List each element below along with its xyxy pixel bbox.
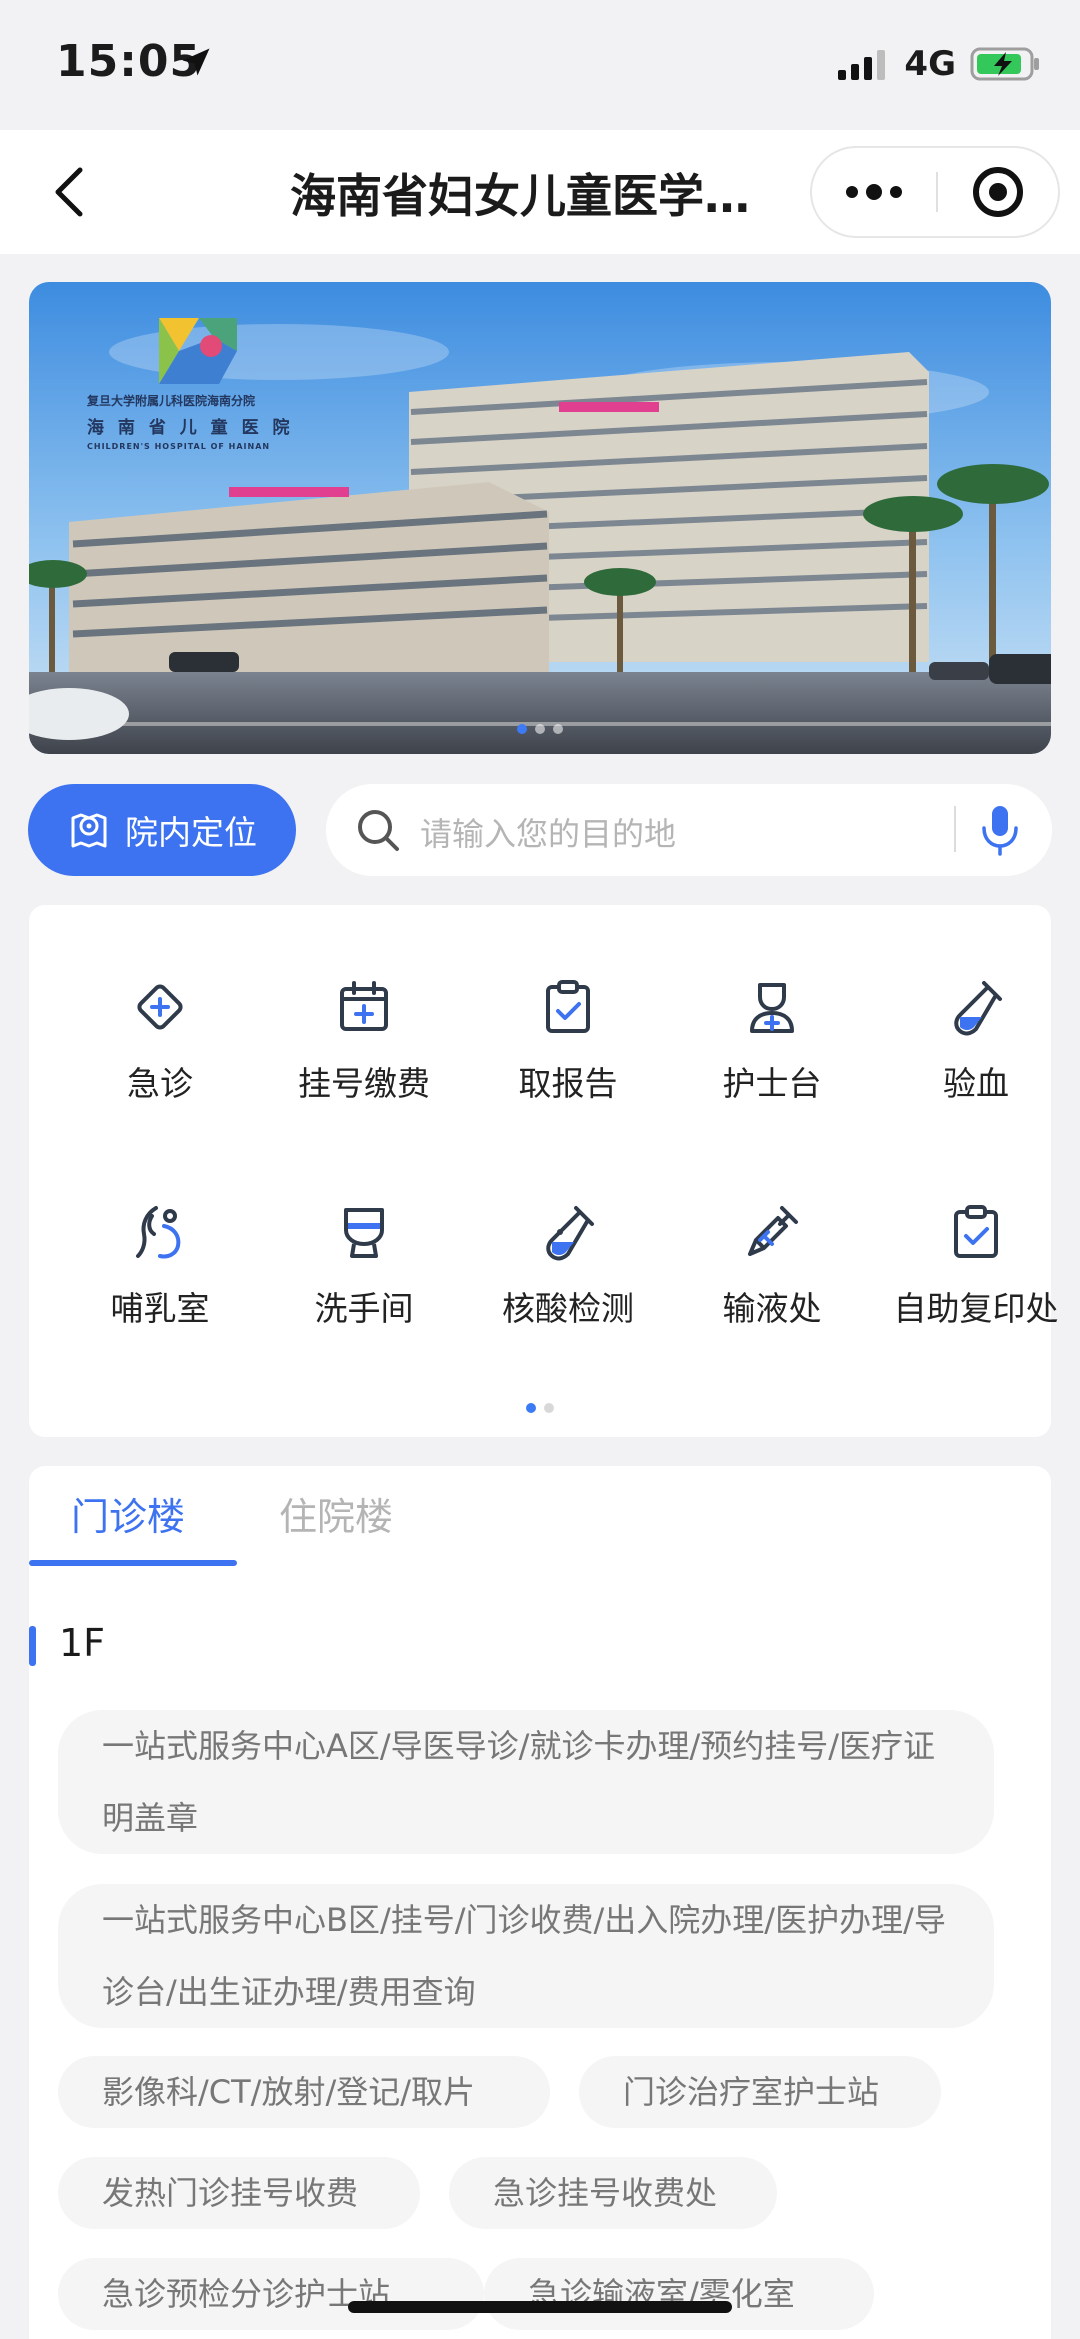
signal-icon <box>838 50 886 80</box>
grid-label: 洗手间 <box>314 1289 414 1328</box>
banner-dot <box>517 724 527 734</box>
floor-marker <box>29 1626 36 1666</box>
grid-item-nucleic-test[interactable]: 核酸检测 <box>466 1202 670 1372</box>
more-button[interactable] <box>812 148 936 236</box>
department-chip[interactable]: 一站式服务中心A区/导医导诊/就诊卡办理/预约挂号/医疗证明盖章 <box>58 1710 994 1854</box>
location-arrow-icon <box>182 48 210 76</box>
grid-label: 急诊 <box>127 1064 193 1103</box>
grid-dot <box>526 1403 536 1413</box>
indoor-locate-label: 院内定位 <box>125 813 257 852</box>
nurse-icon <box>750 983 794 1033</box>
department-chip[interactable]: 急诊预检分诊护士站 <box>58 2258 484 2330</box>
breastfeeding-icon <box>136 1206 181 1259</box>
grid-label: 挂号缴费 <box>298 1064 430 1103</box>
search-icon <box>358 810 399 851</box>
close-mini-program-button[interactable] <box>938 148 1058 236</box>
mini-program-capsule <box>810 146 1060 238</box>
grid-item-register-pay[interactable]: 挂号缴费 <box>262 977 466 1147</box>
tab-inpatient[interactable]: 住院楼 <box>279 1486 393 1556</box>
grid-dot <box>544 1403 554 1413</box>
nav-bar: 海南省妇女儿童医学… <box>0 130 1080 254</box>
test-tube-icon <box>954 981 1002 1036</box>
floor-label: 1F <box>59 1621 106 1665</box>
department-chip[interactable]: 影像科/CT/放射/登记/取片 <box>58 2056 550 2128</box>
grid-label: 验血 <box>943 1064 1009 1103</box>
quick-access-grid: 急诊 挂号缴费 取报告 护士台 验血 哺乳室 洗手间 核酸检测 输液处 自助复印… <box>29 905 1059 1437</box>
grid-item-nursing-room[interactable]: 哺乳室 <box>58 1202 262 1372</box>
network-type: 4G <box>904 44 956 84</box>
grid-label: 取报告 <box>518 1064 618 1103</box>
department-chip[interactable]: 急诊输液室/雾化室 <box>484 2258 874 2330</box>
banner-pager <box>29 724 1051 734</box>
more-dots-icon <box>846 184 902 200</box>
home-indicator <box>348 2301 732 2313</box>
grid-item-self-copy[interactable]: 自助复印处 <box>874 1202 1078 1372</box>
grid-item-blood-test[interactable]: 验血 <box>874 977 1078 1147</box>
grid-label: 自助复印处 <box>893 1289 1059 1328</box>
hospital-logo-mark <box>159 318 237 384</box>
logo-text-line2: 海 南 省 儿 童 医 院 <box>87 418 294 438</box>
battery-charging-icon <box>970 47 1039 81</box>
toilet-icon <box>344 1208 384 1258</box>
grid-label: 核酸检测 <box>502 1289 634 1328</box>
department-chip[interactable]: 急诊挂号收费处 <box>449 2157 777 2229</box>
grid-label: 哺乳室 <box>110 1289 210 1328</box>
grid-label: 输液处 <box>722 1289 822 1328</box>
emergency-icon <box>137 984 183 1030</box>
back-chevron-icon[interactable] <box>40 160 100 224</box>
search-input[interactable]: 请输入您的目的地 <box>420 809 676 855</box>
floor-directory: 门诊楼 住院楼 1F 一站式服务中心A区/导医导诊/就诊卡办理/预约挂号/医疗证… <box>29 1466 1051 2339</box>
status-bar: 15:05 4G <box>0 0 1080 130</box>
banner-dot <box>535 724 545 734</box>
calendar-plus-icon <box>340 981 388 1031</box>
clipboard-check-icon <box>546 980 590 1033</box>
grid-item-get-report[interactable]: 取报告 <box>466 977 670 1147</box>
nucleic-test-icon <box>546 1206 594 1261</box>
destination-search[interactable]: 请输入您的目的地 <box>326 784 1052 876</box>
tab-outpatient[interactable]: 门诊楼 <box>71 1486 185 1556</box>
grid-item-emergency[interactable]: 急诊 <box>58 977 262 1147</box>
grid-label: 护士台 <box>722 1064 822 1103</box>
copy-clipboard-icon <box>954 1205 998 1258</box>
target-circle-icon <box>973 167 1023 217</box>
grid-item-infusion[interactable]: 输液处 <box>670 1202 874 1372</box>
grid-item-restroom[interactable]: 洗手间 <box>262 1202 466 1372</box>
grid-item-nurse-station[interactable]: 护士台 <box>670 977 874 1147</box>
indoor-locate-button[interactable]: 院内定位 <box>28 784 296 876</box>
grid-pager <box>29 1403 1051 1413</box>
map-pin-icon <box>71 813 107 848</box>
hospital-logo: 复旦大学附属儿科医院海南分院 海 南 省 儿 童 医 院 CHILDREN'S … <box>87 318 294 451</box>
department-chip[interactable]: 一站式服务中心B区/挂号/门诊收费/出入院办理/医护办理/导诊台/出生证办理/费… <box>58 1884 994 2028</box>
microphone-icon[interactable] <box>978 804 1022 856</box>
logo-text-line1: 复旦大学附属儿科医院海南分院 <box>87 394 256 408</box>
syringe-icon <box>748 1206 798 1256</box>
department-chip[interactable]: 发热门诊挂号收费 <box>58 2157 420 2229</box>
logo-text-line3: CHILDREN'S HOSPITAL OF HAINAN <box>87 442 271 451</box>
tab-underline <box>29 1560 237 1566</box>
search-divider <box>954 806 956 852</box>
page-title: 海南省妇女儿童医学… <box>290 169 750 223</box>
banner-dot <box>553 724 563 734</box>
department-chip[interactable]: 门诊治疗室护士站 <box>579 2056 941 2128</box>
hospital-banner[interactable]: 复旦大学附属儿科医院海南分院 海 南 省 儿 童 医 院 CHILDREN'S … <box>29 282 1051 754</box>
